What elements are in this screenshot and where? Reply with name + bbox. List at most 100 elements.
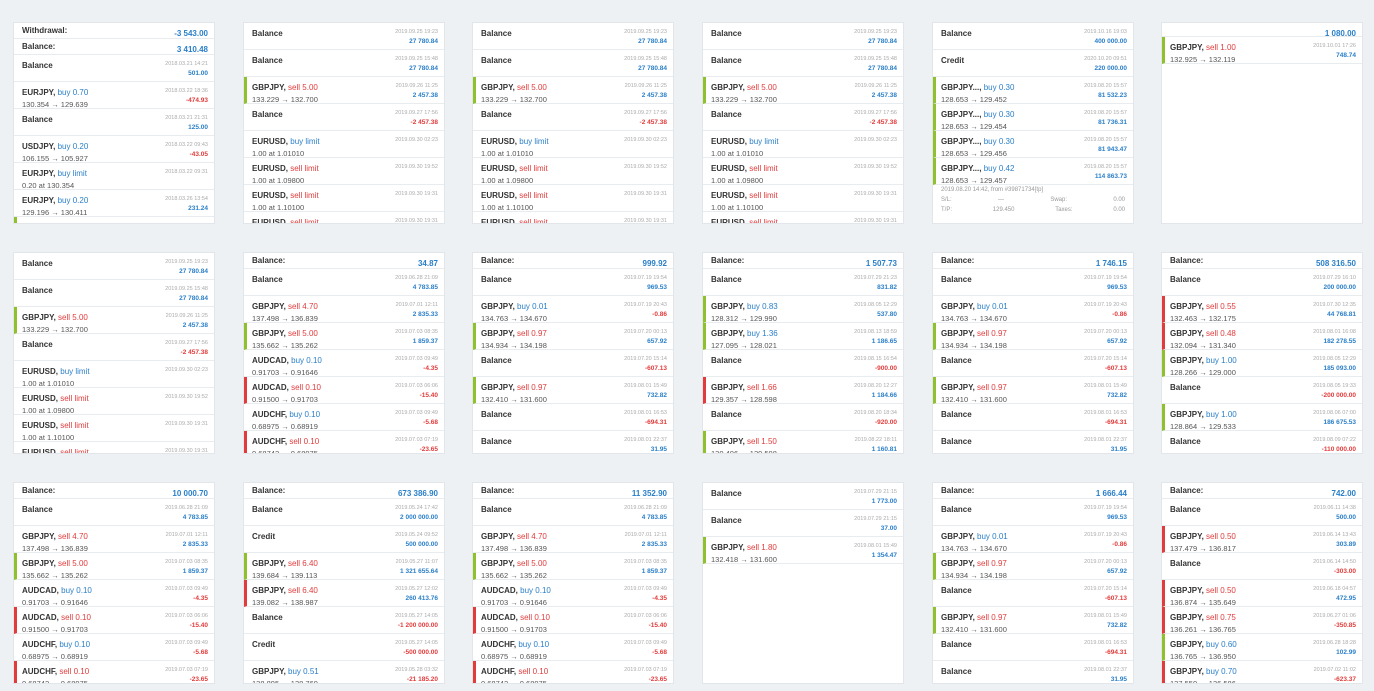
balance-row[interactable]: Balance 2019.09.25 19:23 27 780.84 xyxy=(473,23,673,50)
trade-row[interactable]: GBPJPY..., buy 0.30 128.653 → 129.454 2019… xyxy=(933,104,1133,131)
trade-row[interactable]: EURUSD, buy limit 1.00 at 1.01010 2019.09.… xyxy=(244,131,444,158)
trade-row[interactable]: AUDCAD, sell 0.10 0.91500 → 0.91703 2019.0… xyxy=(473,607,673,634)
balance-row[interactable]: Balance 2019.06.11 14:38 500.00 xyxy=(1162,499,1362,526)
trade-row[interactable]: AUDCAD, buy 0.10 0.91703 → 0.91646 2019.07… xyxy=(244,350,444,377)
trade-row[interactable]: GBPJPY, sell 0.97 134.934 → 134.198 2019.0… xyxy=(473,323,673,350)
trade-row[interactable]: AUDCHF, sell 0.10 0.68742 → 0.68975 2019.0… xyxy=(244,431,444,453)
balance-row[interactable]: Balance 2019.06.28 21:09 4 783.85 xyxy=(14,499,214,526)
balance-row[interactable]: Balance 2018.03.21 14:21 501.00 xyxy=(14,55,214,82)
balance-row[interactable]: Balance 2019.06.28 21:09 4 783.85 xyxy=(244,269,444,296)
trade-row[interactable]: EURJPY, buy 0.70 130.354 → 129.639 2018.03… xyxy=(14,82,214,109)
trade-row[interactable]: GBPJPY, buy 0.01 134.763 → 134.670 2019.07… xyxy=(473,296,673,323)
balance-row[interactable]: Balance 2019.08.01 22:37 31.95 xyxy=(473,431,673,453)
balance-row[interactable]: Balance 2019.07.20 15:14 -607.13 xyxy=(933,580,1133,607)
trade-row[interactable]: GBPJPY..., buy 0.30 128.653 → 129.452 2019… xyxy=(933,77,1133,104)
balance-row[interactable]: Balance 2019.07.20 15:14 -607.13 xyxy=(473,350,673,377)
trade-row[interactable]: EURJPY, buy 0.20 129.196 → 130.411 2018.03… xyxy=(14,190,214,217)
trade-row[interactable]: GBPJPY, sell 0.55 132.463 → 132.175 2019.0… xyxy=(1162,296,1362,323)
balance-row[interactable]: Balance 2019.08.01 22:37 31.95 xyxy=(933,661,1133,683)
balance-row[interactable]: Balance 2019.09.25 15:48 27 780.84 xyxy=(244,50,444,77)
trade-row[interactable]: EURUSD, buy limit 1.00 at 1.01010 2019.09.… xyxy=(703,131,903,158)
trade-row[interactable]: EURUSD, sell limit 2019.09.30 19:31 xyxy=(14,442,214,453)
balance-row[interactable]: Balance 2019.09.25 15:48 27 780.84 xyxy=(473,50,673,77)
balance-row[interactable]: Balance 2019.08.01 16:53 -694.31 xyxy=(933,634,1133,661)
trade-row[interactable]: GBPJPY, sell 0.48 132.094 → 131.340 2019.0… xyxy=(1162,323,1362,350)
balance-row[interactable]: Balance 2019.07.29 16:10 200 000.00 xyxy=(1162,269,1362,296)
trade-row[interactable]: AUDCAD, buy 0.10 0.91703 → 0.91646 2019.07… xyxy=(473,580,673,607)
trade-row[interactable]: GBPJPY..., buy 0.30 128.653 → 129.456 2019… xyxy=(933,131,1133,158)
trade-row[interactable]: GBPJPY, sell 1.80 132.418 → 131.600 2019.0… xyxy=(703,537,903,564)
balance-row[interactable]: Balance 2018.03.21 21:31 125.00 xyxy=(14,109,214,136)
balance-row[interactable]: Balance 2019.09.25 19:23 27 780.84 xyxy=(244,23,444,50)
trade-row[interactable]: EURJPY, buy limit 0.20 at 130.354 2018.03.… xyxy=(14,163,214,190)
trade-row[interactable]: GBPJPY, sell 6.40 139.082 → 138.987 2019.0… xyxy=(244,580,444,607)
trade-row[interactable]: GBPJPY, buy 0.01 134.763 → 134.670 2019.07… xyxy=(933,296,1133,323)
trade-row[interactable]: GBPJPY, sell 0.97 132.410 → 131.600 2019.0… xyxy=(933,607,1133,634)
balance-row[interactable]: Credit 2019.05.27 14:05 -500 000.00 xyxy=(244,634,444,661)
trade-row[interactable]: GBPJPY, sell 0.97 132.410 → 131.600 2019.0… xyxy=(933,377,1133,404)
trade-row[interactable]: GBPJPY, sell 0.75 136.261 → 136.765 2019.0… xyxy=(1162,607,1362,634)
trade-row[interactable]: GBPJPY, buy 1.36 127.095 → 128.021 2019.08… xyxy=(703,323,903,350)
balance-row[interactable]: Balance 2019.08.20 18:34 -920.00 xyxy=(703,404,903,431)
trade-row[interactable]: EURUSD, sell limit 1.00 at 1.09800 2019.09… xyxy=(703,158,903,185)
balance-row[interactable]: Balance 2019.09.25 15:48 27 780.84 xyxy=(703,50,903,77)
trade-row[interactable]: EURUSD, buy limit 1.00 at 1.01010 2019.09.… xyxy=(473,131,673,158)
balance-row[interactable]: Balance 2019.07.19 19:54 969.53 xyxy=(473,269,673,296)
trade-row[interactable]: AUDCAD, sell 0.10 0.91500 → 0.91703 2019.0… xyxy=(14,607,214,634)
trade-row[interactable]: GBPJPY, buy 0.51 138.895 → 138.769 2019.05… xyxy=(244,661,444,683)
trade-row[interactable]: EURUSD, sell limit 1.00 at 1.10100 2019.09… xyxy=(473,185,673,212)
trade-row[interactable]: GBPJPY, sell 4.70 137.498 → 136.839 2019.0… xyxy=(473,526,673,553)
trade-row[interactable]: GBPJPY, sell 0.97 132.410 → 131.600 2019.0… xyxy=(473,377,673,404)
trade-row[interactable]: EURUSD, sell limit 1.00 at 1.10100 2019.09… xyxy=(244,185,444,212)
balance-row[interactable]: Balance 2019.08.01 22:37 31.95 xyxy=(933,431,1133,453)
balance-row[interactable]: Balance 2019.07.29 21:23 831.82 xyxy=(703,269,903,296)
balance-row[interactable]: Credit 2019.05.24 09:52 500 000.00 xyxy=(244,526,444,553)
trade-row[interactable]: GBPJPY, sell 1.66 129.357 → 128.598 2019.0… xyxy=(703,377,903,404)
trade-row[interactable]: GBPJPY, sell 5.00 133.229 → 132.700 2019.0… xyxy=(703,77,903,104)
balance-row[interactable]: Balance 2019.07.20 15:14 -607.13 xyxy=(933,350,1133,377)
trade-row[interactable]: EURUSD, sell limit 1.00 at 1.10100 2019.09… xyxy=(14,415,214,442)
trade-row[interactable]: GBPJPY, sell 5.00 133.229 → 132.700 2019.0… xyxy=(473,77,673,104)
balance-row[interactable]: Balance 2019.05.27 14:05 -1 200 000.00 xyxy=(244,607,444,634)
balance-row[interactable]: Balance 2019.09.27 17:56 -2 457.38 xyxy=(703,104,903,131)
balance-row[interactable]: Balance 2019.09.25 19:23 27 780.84 xyxy=(703,23,903,50)
trade-row[interactable]: EURUSD, sell limit 2019.09.30 19:31 xyxy=(703,212,903,223)
trade-row[interactable]: AUDCHF, buy 0.10 0.68975 → 0.68919 2019.07… xyxy=(14,634,214,661)
balance-row[interactable]: Balance 2019.09.27 17:56 -2 457.38 xyxy=(473,104,673,131)
trade-row[interactable]: GBPJPY, buy 1.00 128.266 → 129.000 2019.08… xyxy=(1162,350,1362,377)
trade-row[interactable]: EURUSD, sell limit 1.00 at 1.09800 2019.09… xyxy=(244,158,444,185)
trade-row[interactable]: GBPJPY, sell 4.70 137.498 → 136.839 2019.0… xyxy=(14,526,214,553)
balance-row[interactable]: Balance 2019.09.25 19:23 27 780.84 xyxy=(14,253,214,280)
trade-row[interactable]: GBPJPY, buy 0.60 136.765 → 136.950 2019.06… xyxy=(1162,634,1362,661)
trade-row[interactable]: GBPJPY, sell 6.40 139.684 → 139.113 2019.0… xyxy=(244,553,444,580)
trade-row[interactable]: EURUSD, sell limit 2019.09.30 19:31 xyxy=(473,212,673,223)
balance-row[interactable]: Balance 2019.08.01 16:53 -694.31 xyxy=(933,404,1133,431)
trade-row[interactable]: AUDCAD, buy 0.10 0.91703 → 0.91646 2019.07… xyxy=(14,580,214,607)
trade-row[interactable]: GBPJPY..., buy 0.42 128.653 → 129.457 2019… xyxy=(933,158,1133,185)
trade-row[interactable]: GBPJPY, sell 0.97 134.934 → 134.198 2019.0… xyxy=(933,553,1133,580)
trade-row[interactable]: EURUSD, sell limit 1.00 at 1.09800 2019.09… xyxy=(473,158,673,185)
trade-row[interactable]: AUDCHF, sell 0.10 0.68742 → 0.68975 2019.0… xyxy=(14,661,214,683)
trade-row[interactable]: AUDCHF, sell 0.10 0.68742 → 0.68975 2019.0… xyxy=(473,661,673,683)
trade-row[interactable]: GBPJPY, sell 4.70 137.498 → 136.839 2019.0… xyxy=(244,296,444,323)
balance-row[interactable]: Balance 2019.08.05 19:33 -200 000.00 xyxy=(1162,377,1362,404)
balance-row[interactable]: Balance 2019.08.09 07:22 -110 000.00 xyxy=(1162,431,1362,453)
trade-row[interactable]: GBPJPY, buy 0.01 134.763 → 134.670 2019.07… xyxy=(933,526,1133,553)
trade-row[interactable]: GBPJPY, sell 5.00 135.662 → 135.262 2019.0… xyxy=(244,323,444,350)
trade-row[interactable]: EURJPY, buy 0.47 xyxy=(14,217,214,223)
balance-row[interactable]: Balance 2019.05.24 17:42 2 000 000.00 xyxy=(244,499,444,526)
trade-row[interactable]: GBPJPY, sell 5.00 135.662 → 135.262 2019.0… xyxy=(14,553,214,580)
trade-row[interactable]: GBPJPY, sell 1.00 132.925 → 132.119 2019.1… xyxy=(1162,37,1362,64)
trade-row[interactable]: GBPJPY, sell 5.00 133.229 → 132.700 2019.0… xyxy=(14,307,214,334)
balance-row[interactable]: Balance 2019.10.16 19:03 400 000.00 xyxy=(933,23,1133,50)
balance-row[interactable]: Balance 2019.06.28 21:09 4 783.85 xyxy=(473,499,673,526)
balance-row[interactable]: Balance 2019.09.27 17:56 -2 457.38 xyxy=(244,104,444,131)
trade-row[interactable]: USDJPY, buy 0.20 106.155 → 105.927 2018.03… xyxy=(14,136,214,163)
trade-row[interactable]: GBPJPY, sell 1.50 130.406 → 129.598 2019.0… xyxy=(703,431,903,453)
balance-row[interactable]: Balance 2019.07.29 21:15 37.00 xyxy=(703,510,903,537)
balance-row[interactable]: Balance 2019.07.19 19:54 969.53 xyxy=(933,499,1133,526)
trade-row[interactable]: EURUSD, sell limit 1.00 at 1.10100 2019.09… xyxy=(703,185,903,212)
trade-row[interactable]: GBPJPY, buy 0.83 128.312 → 129.990 2019.08… xyxy=(703,296,903,323)
balance-row[interactable]: Balance 2019.09.25 15:48 27 780.84 xyxy=(14,280,214,307)
balance-row[interactable]: Balance 2019.09.27 17:56 -2 457.38 xyxy=(14,334,214,361)
